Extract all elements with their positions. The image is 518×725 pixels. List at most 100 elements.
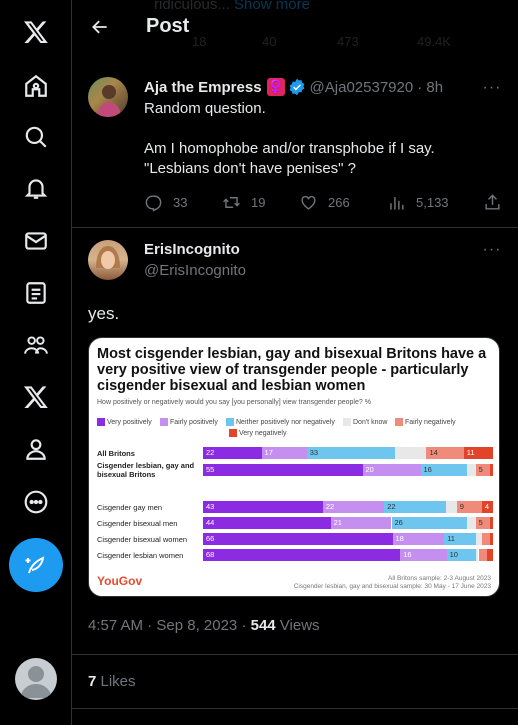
divider — [72, 227, 518, 228]
row-label: All Britons — [97, 449, 135, 458]
bar-segment: 9 — [456, 501, 482, 513]
search-icon[interactable] — [14, 115, 58, 159]
legend-swatch — [395, 418, 403, 426]
data-label: 26 — [394, 518, 403, 527]
bar-segment: 20 — [362, 464, 421, 476]
row-label: Cisgender bisexual women — [97, 535, 188, 544]
data-label: 17 — [264, 448, 273, 457]
share-button[interactable] — [483, 193, 502, 212]
author-row: Aja the Empress ♀️ @Aja02537920 · 8h — [144, 78, 443, 96]
legend-item: Neither positively nor negatively — [226, 418, 335, 426]
retweet-icon — [223, 197, 240, 208]
views-button[interactable]: 5,133 — [387, 193, 449, 212]
legend-item: Fairly negatively — [395, 418, 456, 426]
data-label: 55 — [206, 465, 215, 474]
share-icon — [485, 194, 500, 210]
divider — [72, 708, 518, 709]
messages-envelope-icon[interactable] — [14, 219, 58, 263]
legend-swatch — [160, 418, 168, 426]
row-label: Cisgender gay men — [97, 503, 163, 512]
scrolled-text: ridiculous... Show more — [154, 0, 310, 13]
legend-swatch — [97, 418, 105, 426]
bar-segment: 17 — [261, 447, 307, 459]
author-handle[interactable]: @ErisIncognito — [144, 262, 246, 279]
bar-segment — [490, 517, 493, 529]
bar-segment: 43 — [203, 501, 323, 513]
data-label: 11 — [447, 534, 455, 543]
back-arrow-icon[interactable] — [86, 13, 114, 41]
chart-image[interactable]: Most cisgender lesbian, gay and bisexual… — [88, 337, 500, 597]
more-menu-icon[interactable]: ··· — [480, 238, 504, 262]
bar-segment: 11 — [463, 447, 493, 459]
reply-icon — [145, 195, 162, 212]
account-avatar[interactable] — [15, 658, 57, 700]
x-logo-icon[interactable] — [14, 10, 58, 54]
bar-segment: 21 — [330, 517, 392, 529]
scrolled-action-row: 18 40 473 49.4K — [192, 34, 451, 49]
post-timestamp: 4:57 AM · Sep 8, 2023 · 544 Views — [88, 617, 320, 634]
bar-segment — [466, 517, 476, 529]
views-chart-icon — [390, 196, 404, 210]
bar-segment — [466, 464, 476, 476]
lists-icon[interactable] — [14, 271, 58, 315]
author-name[interactable]: ErisIncognito — [144, 241, 240, 258]
avatar[interactable] — [88, 77, 128, 117]
author-handle[interactable]: @Aja02537920 — [310, 79, 414, 96]
data-label: 33 — [309, 448, 319, 457]
legend-swatch — [226, 418, 234, 426]
post-text: yes. — [88, 304, 120, 323]
page-title: Post — [146, 15, 190, 37]
data-label: 20 — [365, 465, 374, 474]
home-icon[interactable] — [14, 64, 58, 108]
chart-question: How positively or negatively would you s… — [97, 399, 371, 406]
notifications-bell-icon[interactable] — [14, 166, 58, 210]
data-label: 18 — [395, 534, 404, 543]
author-handle-row: @ErisIncognito — [144, 262, 246, 279]
legend-swatch — [229, 429, 237, 437]
data-label: 9 — [459, 502, 464, 511]
legend-item: Very negatively — [229, 429, 286, 437]
likes-count[interactable]: 7 Likes — [88, 673, 136, 690]
data-label: 16 — [423, 465, 432, 474]
legend-label: Very positively — [107, 418, 152, 426]
compose-post-button[interactable] — [9, 538, 63, 592]
bar-segment: 68 — [203, 549, 401, 561]
legend-label: Don't know — [353, 418, 388, 426]
retweet-button[interactable]: 19 — [222, 193, 265, 212]
data-label: 5 — [478, 518, 483, 527]
bar-segment — [478, 549, 488, 561]
post-text: Random question. Am I homophobe and/or t… — [144, 100, 435, 177]
bar-segment: 5 — [475, 517, 491, 529]
source-note: Cisgender lesbian, gay and bisexual samp… — [293, 583, 491, 590]
profile-icon[interactable] — [14, 427, 58, 471]
data-label: 22 — [387, 502, 396, 511]
row-label: Cisgender lesbian, gay and bisexual Brit… — [97, 461, 195, 479]
bar-segment — [445, 501, 457, 513]
bar-row: 68 16 10 — [203, 549, 493, 561]
heart-icon — [301, 195, 316, 210]
like-button[interactable]: 266 — [299, 193, 350, 212]
sidebar-nav — [0, 0, 72, 725]
more-options-icon[interactable] — [14, 480, 58, 524]
bar-segment: 44 — [203, 517, 331, 529]
bar-row: 44 21 26 5 — [203, 517, 493, 529]
avatar[interactable] — [88, 240, 128, 280]
data-label: 22 — [325, 502, 335, 511]
data-label: 14 — [429, 448, 438, 457]
legend-label: Very negatively — [239, 429, 287, 437]
main-column: ridiculous... Show more 18 40 473 49.4K … — [72, 0, 518, 725]
author-name[interactable]: Aja the Empress — [144, 79, 262, 96]
reply-button[interactable]: 33 — [144, 193, 187, 212]
more-menu-icon[interactable]: ··· — [480, 76, 504, 100]
data-label: 68 — [206, 550, 215, 559]
bar-segment: 10 — [446, 549, 476, 561]
data-label: 11 — [466, 448, 475, 457]
bar-row: 55 20 16 5 — [203, 464, 493, 476]
bar-segment — [490, 533, 493, 545]
bar-segment — [394, 447, 427, 459]
data-label: 16 — [403, 550, 412, 559]
bar-segment: 16 — [400, 549, 447, 561]
premium-x-icon[interactable] — [14, 375, 58, 419]
communities-icon[interactable] — [14, 323, 58, 367]
post-time[interactable]: · 8h — [417, 79, 443, 96]
